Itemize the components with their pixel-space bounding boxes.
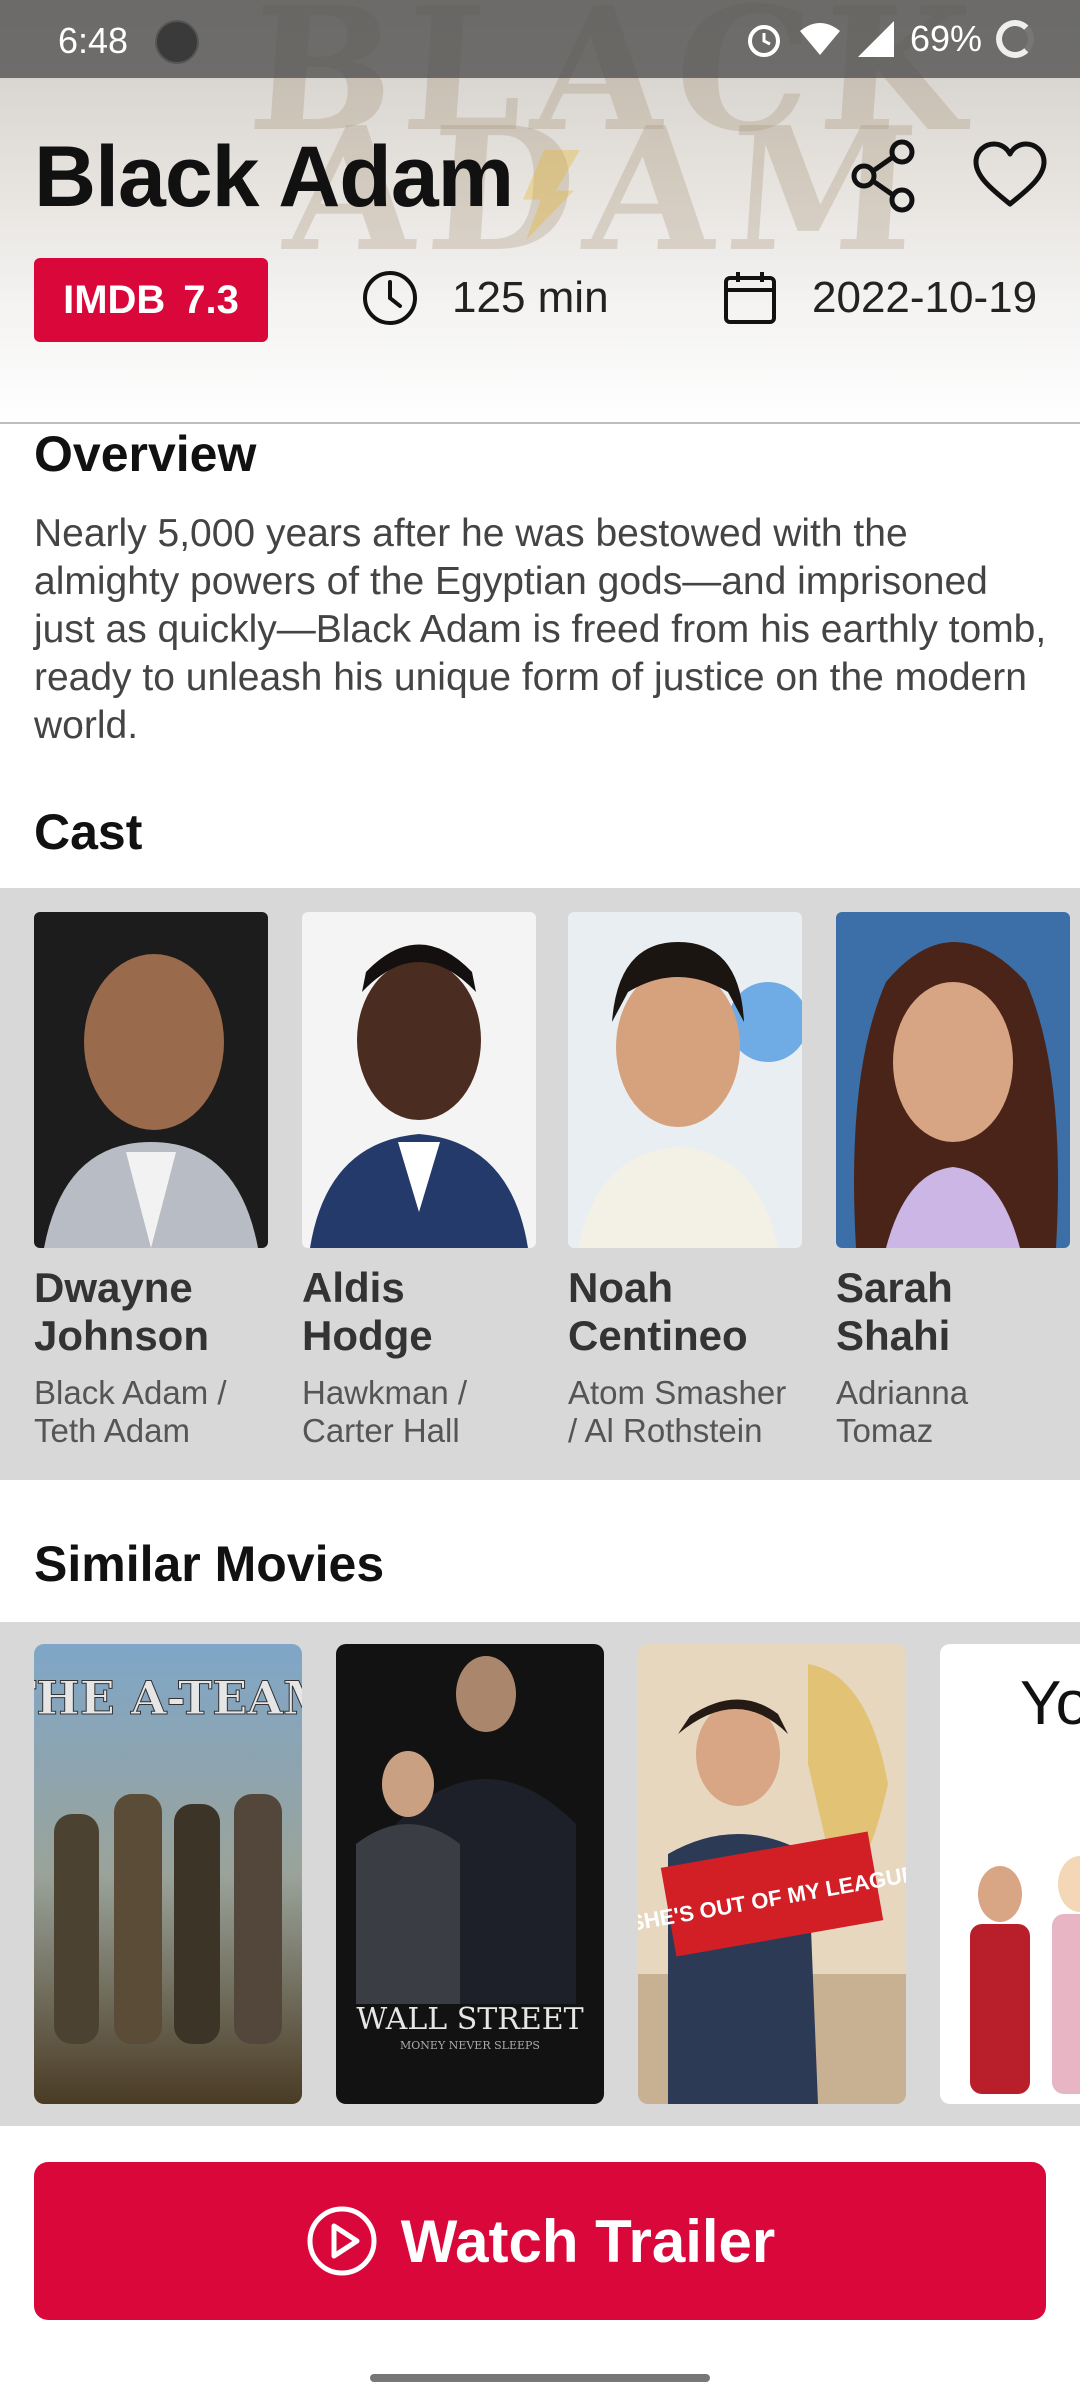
cast-card[interactable]: Dwayne Johnson Black Adam / Teth Adam [34,912,268,1450]
cast-name: Sarah Shahi [836,1264,953,1359]
cast-photo [34,912,268,1248]
release-date-text: 2022-10-19 [812,273,1038,322]
poster-title: THE A-TEAM [34,1671,302,1725]
favorite-button[interactable] [970,136,1050,216]
poster-title: WALL STREET [356,2002,583,2037]
cast-role: Adrianna Tomaz [836,1374,969,1449]
home-indicator[interactable] [370,2374,710,2382]
cast-role: Atom Smasher / Al Rothstein [568,1374,787,1449]
imdb-score: 7.3 [183,277,239,322]
wifi-icon [799,23,840,55]
cast-card[interactable]: Sarah Shahi Adrianna Tomaz [836,912,1070,1450]
overview-text: Nearly 5,000 years after he was bestowed… [34,512,1047,747]
runtime-text: 125 min [452,273,609,322]
similar-movie-poster[interactable]: WALL STREET MONEY NEVER SLEEPS [336,1644,604,2104]
overview-heading: Overview [34,426,257,482]
similar-movies-carousel[interactable]: THE A-TEAM WALL STREET MONEY NEVER SLEEP… [0,1622,1080,2126]
cast-heading: Cast [34,804,143,860]
signal-icon [857,21,894,57]
watch-trailer-label: Watch Trailer [400,2207,776,2275]
similar-movie-poster[interactable]: Yo Aga [940,1644,1080,2104]
heart-icon [973,141,1047,207]
cast-carousel[interactable]: Dwayne Johnson Black Adam / Teth Adam Al… [0,888,1080,1480]
release-date-info: 2022-10-19 [720,268,1037,328]
movie-title: Black Adam [34,129,514,225]
cast-card[interactable]: Noah Centineo Atom Smasher / Al Rothstei… [568,912,802,1450]
status-bar: 6:48 69% [0,0,1080,78]
battery-percent: 69% [909,18,982,59]
similar-movies-heading: Similar Movies [34,1536,385,1592]
runtime-info: 125 min [360,268,609,328]
similar-movie-poster[interactable]: SHE'S OUT OF MY LEAGUE [638,1644,906,2104]
header-divider [0,422,1080,424]
cast-role: Hawkman / Carter Hall [302,1374,468,1449]
cast-photo [302,912,536,1248]
cast-photo [568,912,802,1248]
cast-name: Noah Centineo [568,1264,748,1359]
status-time: 6:48 [58,20,129,61]
similar-movie-poster[interactable]: THE A-TEAM [34,1644,302,2104]
alarm-icon [747,25,780,57]
calendar-icon [724,272,776,324]
cast-photo [836,912,1070,1248]
cast-card[interactable]: Aldis Hodge Hawkman / Carter Hall [302,912,536,1450]
battery-icon [996,20,1034,58]
play-circle-icon [307,2206,377,2276]
clock-icon [363,271,417,325]
cast-role: Black Adam / Teth Adam [34,1374,227,1449]
status-indicators: 69% [744,18,1034,60]
watch-trailer-button[interactable]: Watch Trailer [34,2162,1046,2320]
app-notification-icon [155,20,199,64]
cast-name: Aldis Hodge [302,1264,433,1359]
poster-title: Yo Aga [1020,1669,1080,1738]
poster-subtitle: MONEY NEVER SLEEPS [400,2039,540,2052]
share-icon [851,139,915,213]
cast-name: Dwayne Johnson [34,1264,209,1359]
share-button[interactable] [846,136,926,216]
imdb-rating-badge: IMDB 7.3 [34,258,268,342]
imdb-label: IMDB [63,277,166,322]
